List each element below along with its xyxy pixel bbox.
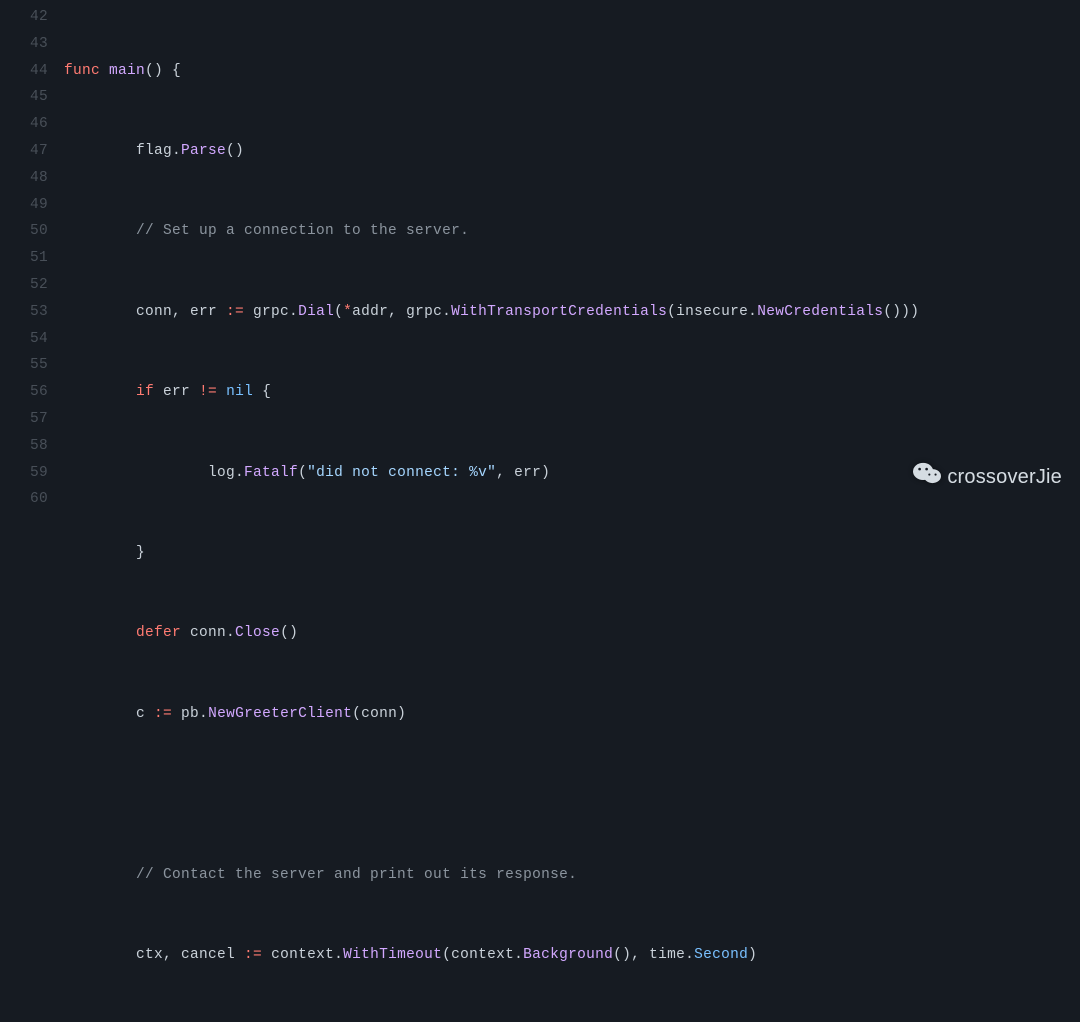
const: Second — [694, 947, 748, 963]
op: := — [226, 304, 244, 320]
punct: } — [136, 545, 145, 561]
keyword: defer — [136, 625, 181, 641]
op: := — [154, 706, 172, 722]
code-line: } — [64, 540, 1080, 567]
ident: conn. — [181, 625, 235, 641]
code-line: flag.Parse() — [64, 138, 1080, 165]
punct: ( — [298, 465, 307, 481]
code-editor: 42434445464748495051525354555657585960 f… — [0, 0, 1080, 511]
line-number: 57 — [0, 406, 48, 433]
line-number: 44 — [0, 58, 48, 85]
code-area: func main() { flag.Parse() // Set up a c… — [56, 0, 1080, 511]
line-number: 54 — [0, 326, 48, 353]
punct: ())) — [883, 304, 919, 320]
line-number: 42 — [0, 4, 48, 31]
space — [217, 384, 226, 400]
keyword: func — [64, 63, 100, 79]
line-number: 47 — [0, 138, 48, 165]
punct: (conn) — [352, 706, 406, 722]
line-number: 55 — [0, 352, 48, 379]
line-number: 50 — [0, 218, 48, 245]
call: Dial — [298, 304, 334, 320]
line-number: 45 — [0, 84, 48, 111]
line-number: 56 — [0, 379, 48, 406]
line-number: 59 — [0, 460, 48, 487]
comment: // Contact the server and print out its … — [136, 867, 577, 883]
code-line: defer conn.Close() — [64, 620, 1080, 647]
ident: addr, grpc. — [352, 304, 451, 320]
watermark-text: crossoverJie — [947, 464, 1062, 491]
punct: , err) — [496, 465, 550, 481]
line-number: 52 — [0, 272, 48, 299]
code-line: // Set up a connection to the server. — [64, 218, 1080, 245]
code-line: func main() { — [64, 58, 1080, 85]
punct: ) — [748, 947, 757, 963]
line-number: 49 — [0, 192, 48, 219]
punct: ( — [334, 304, 343, 320]
line-number: 48 — [0, 165, 48, 192]
ident: ctx, cancel — [136, 947, 244, 963]
string: "did not connect: %v" — [307, 465, 496, 481]
punct: () { — [145, 63, 181, 79]
call: NewGreeterClient — [208, 706, 352, 722]
line-number: 46 — [0, 111, 48, 138]
const: nil — [226, 384, 253, 400]
ident: (), time. — [613, 947, 694, 963]
punct: () — [226, 143, 244, 159]
ident: grpc. — [244, 304, 298, 320]
code-line: ctx, cancel := context.WithTimeout(conte… — [64, 942, 1080, 969]
op: := — [244, 947, 262, 963]
code-line: // Contact the server and print out its … — [64, 862, 1080, 889]
ident: log. — [208, 465, 244, 481]
call: NewCredentials — [757, 304, 883, 320]
call: WithTimeout — [343, 947, 442, 963]
comment: // Set up a connection to the server. — [136, 223, 469, 239]
ident: pb. — [172, 706, 208, 722]
ident: (insecure. — [667, 304, 757, 320]
ident: c — [136, 706, 154, 722]
code-line — [64, 781, 1080, 808]
call: Parse — [181, 143, 226, 159]
line-number: 53 — [0, 299, 48, 326]
line-number: 60 — [0, 486, 48, 513]
punct: { — [253, 384, 271, 400]
op: != — [199, 384, 217, 400]
ident: conn, err — [136, 304, 226, 320]
watermark: crossoverJie — [913, 461, 1062, 493]
code-line: conn, err := grpc.Dial(*addr, grpc.WithT… — [64, 299, 1080, 326]
op: * — [343, 304, 352, 320]
line-number: 43 — [0, 31, 48, 58]
call: Fatalf — [244, 465, 298, 481]
ident: flag. — [136, 143, 181, 159]
code-line: c := pb.NewGreeterClient(conn) — [64, 701, 1080, 728]
func-name: main — [109, 63, 145, 79]
punct: () — [280, 625, 298, 641]
blank — [64, 786, 73, 802]
ident: (context. — [442, 947, 523, 963]
wechat-icon — [913, 461, 947, 493]
ident: context. — [262, 947, 343, 963]
call: Close — [235, 625, 280, 641]
line-number: 51 — [0, 245, 48, 272]
line-number-gutter: 42434445464748495051525354555657585960 — [0, 0, 56, 511]
call: WithTransportCredentials — [451, 304, 667, 320]
ident: err — [154, 384, 199, 400]
code-line: if err != nil { — [64, 379, 1080, 406]
call: Background — [523, 947, 613, 963]
keyword: if — [136, 384, 154, 400]
line-number: 58 — [0, 433, 48, 460]
